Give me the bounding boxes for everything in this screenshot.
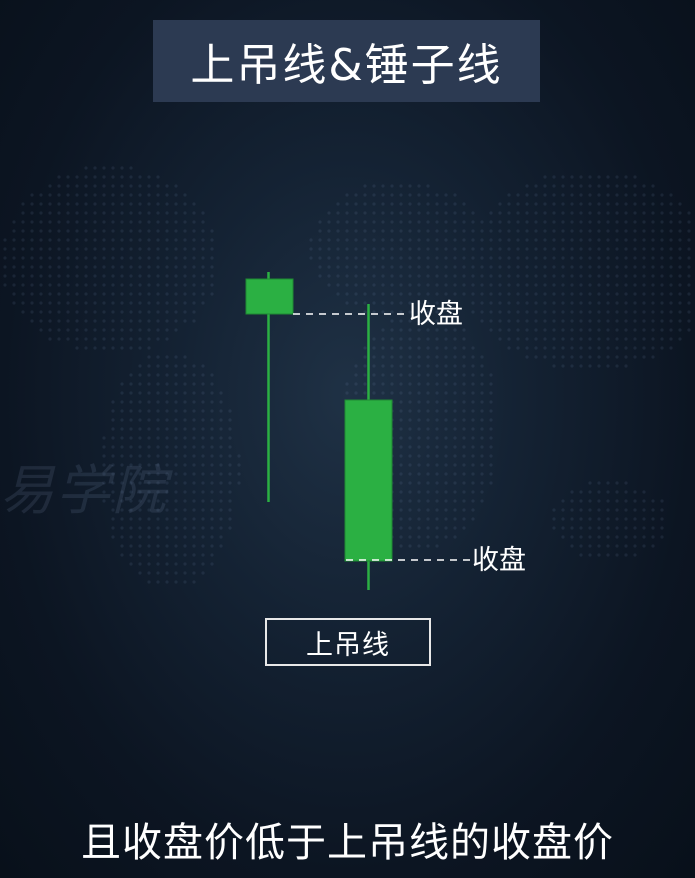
pattern-name-box: 上吊线 — [265, 618, 431, 666]
pattern-name-label: 上吊线 — [306, 629, 390, 661]
candle-hanging-man — [245, 272, 294, 502]
close-label-2: 收盘 — [472, 545, 526, 576]
candle-hanging-man-body — [245, 278, 294, 315]
candle-current-body — [344, 399, 393, 562]
candlestick-diagram: 收盘 收盘 — [245, 272, 526, 590]
slide-canvas: 上吊线&锤子线 易学院 收盘 收盘 上吊线 且收盘价低于上吊线的收盘价 — [0, 0, 695, 878]
candle-current — [344, 304, 393, 590]
close-label-1: 收盘 — [409, 299, 463, 330]
subtitle-caption: 且收盘价低于上吊线的收盘价 — [81, 820, 614, 866]
